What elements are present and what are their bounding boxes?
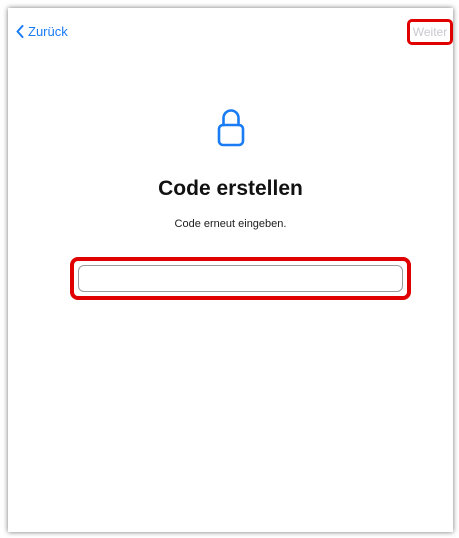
lock-icon — [217, 109, 244, 147]
passcode-screen: Zurück Weiter Code erstellen Code erneut… — [8, 8, 453, 532]
next-button-label: Weiter — [412, 25, 448, 39]
next-button[interactable]: Weiter — [407, 19, 453, 45]
back-button[interactable]: Zurück — [16, 24, 68, 39]
chevron-left-icon — [16, 25, 24, 38]
page-title: Code erstellen — [158, 177, 303, 200]
instruction-text: Code erneut eingeben. — [174, 218, 287, 230]
back-button-label: Zurück — [28, 24, 68, 39]
navigation-bar: Zurück Weiter — [8, 8, 453, 54]
code-field-highlight — [70, 257, 411, 300]
passcode-input[interactable] — [78, 265, 403, 292]
